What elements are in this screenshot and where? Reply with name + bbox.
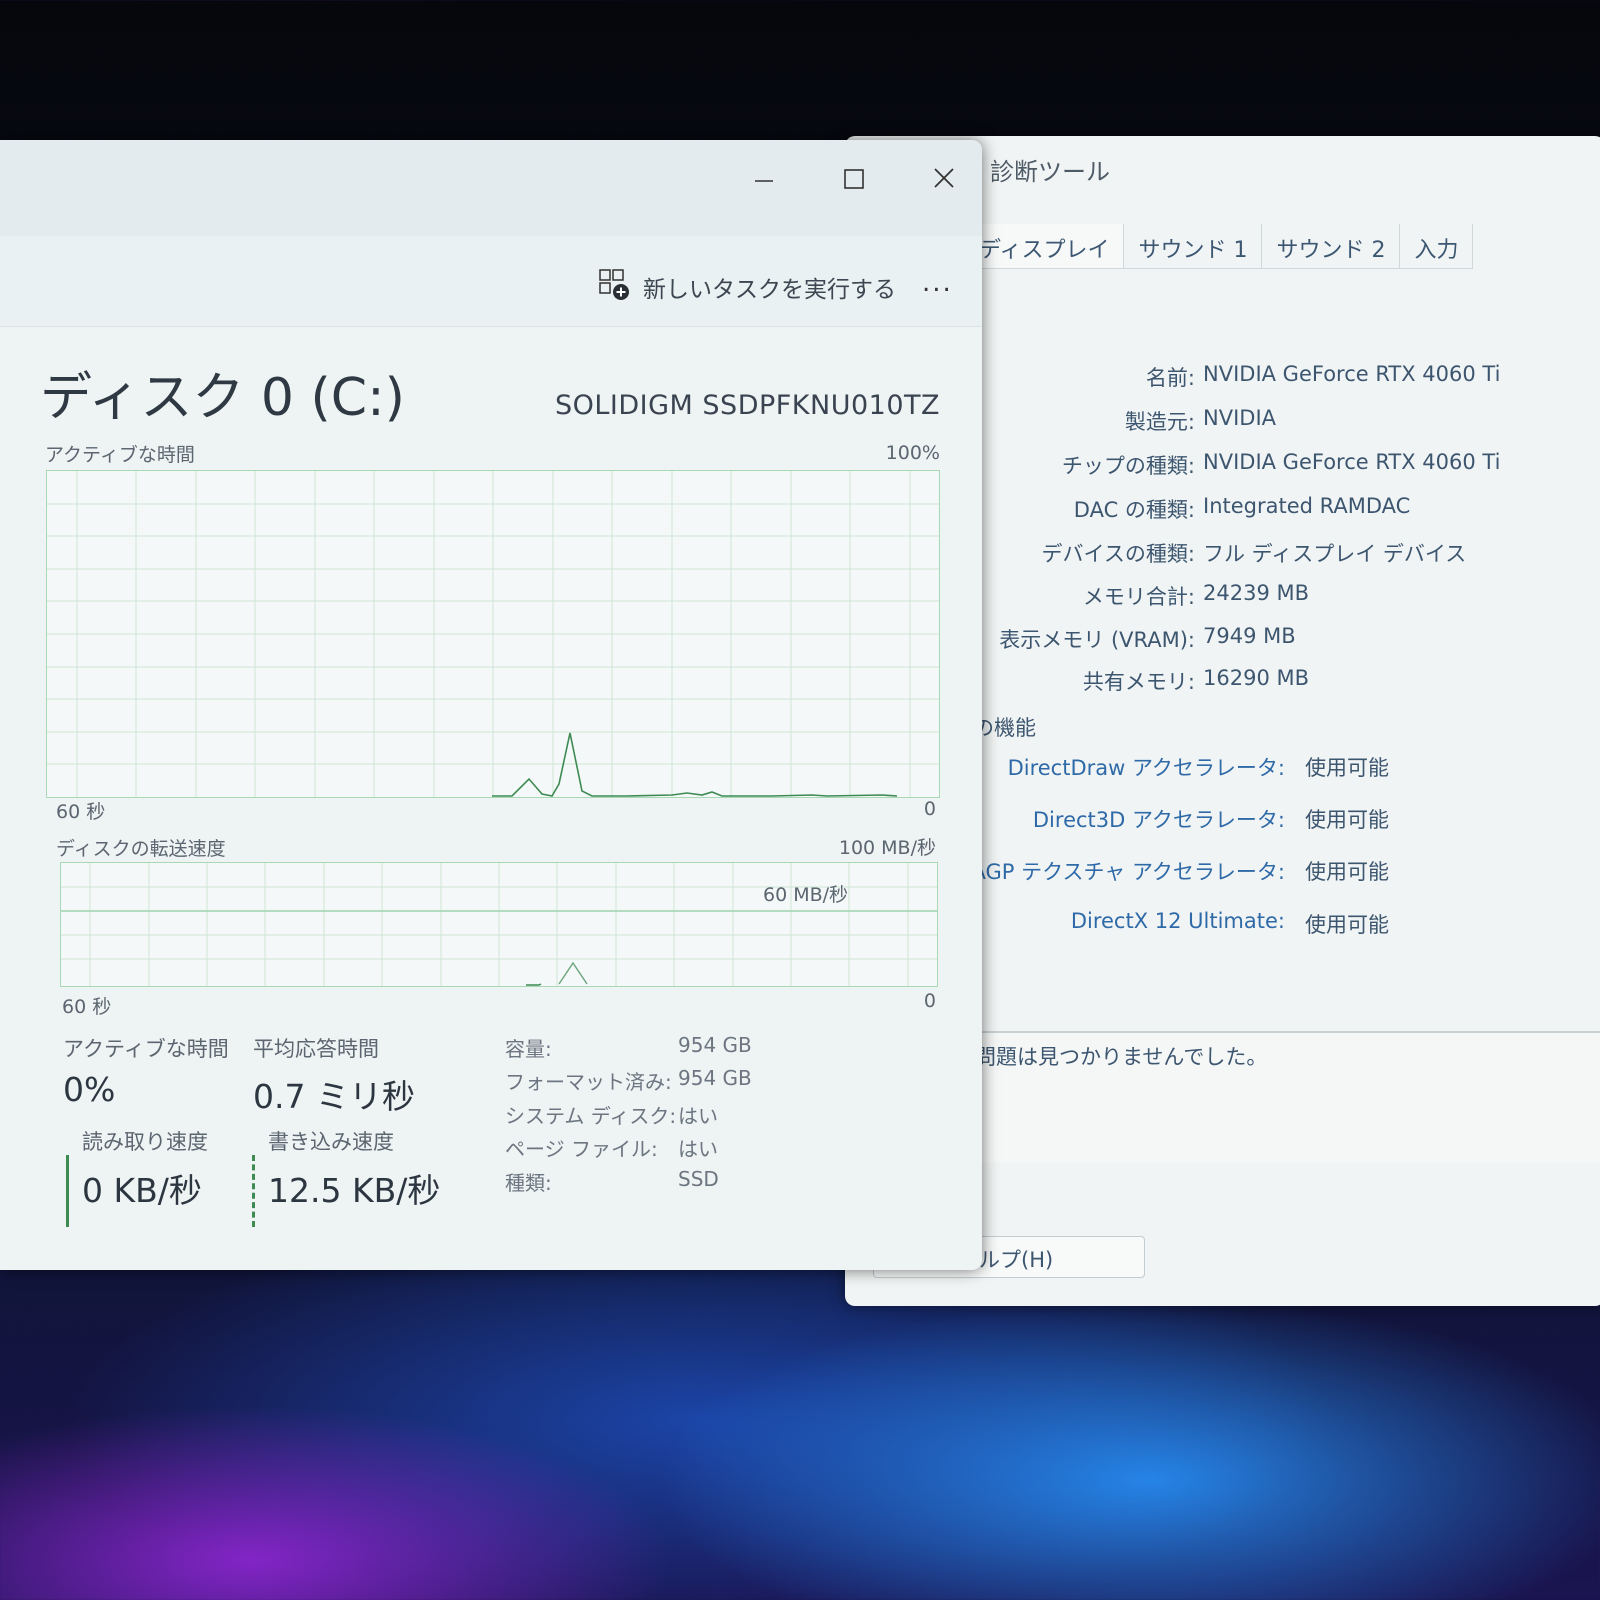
disk-type-value: SSD xyxy=(678,1167,719,1191)
avg-response-value: 0.7 ミリ秒 xyxy=(253,1077,415,1116)
transfer-graph-mid: 60 MB/秒 xyxy=(763,884,849,906)
tab-input[interactable]: 入力 xyxy=(1400,224,1474,268)
task-manager-window: 新しいタスクを実行する ... ディスク 0 (C:) SOLIDIGM SSD… xyxy=(0,140,982,1270)
page-file-value: はい xyxy=(678,1137,718,1161)
maximize-button[interactable] xyxy=(834,158,874,198)
active-time-label: アクティブな時間 xyxy=(63,1037,229,1061)
chip-type-value: NVIDIA GeForce RTX 4060 Ti xyxy=(1203,450,1501,474)
device-name-value: NVIDIA GeForce RTX 4060 Ti xyxy=(1203,362,1501,386)
active-time-graph-right: 0 xyxy=(923,798,936,820)
capacity-value: 954 GB xyxy=(678,1033,752,1057)
active-time-graph-left: 60 秒 xyxy=(56,801,106,823)
dac-type-value: Integrated RAMDAC xyxy=(1203,494,1411,518)
active-time-graph-label: アクティブな時間 xyxy=(45,444,195,466)
active-time-graph xyxy=(46,470,940,798)
active-time-graph-max: 100% xyxy=(885,442,940,464)
help-button-label: ルプ(H) xyxy=(979,1248,1054,1272)
active-time-value: 0% xyxy=(63,1070,116,1109)
minimize-icon xyxy=(755,180,773,182)
total-memory-value: 24239 MB xyxy=(1203,581,1310,605)
disk-model: SOLIDIGM SSDPFKNU010TZ xyxy=(554,390,940,421)
chip-type-label: チップの種類: xyxy=(1061,454,1195,478)
vram-label: 表示メモリ (VRAM): xyxy=(999,628,1195,652)
transfer-graph-left: 60 秒 xyxy=(62,996,112,1018)
disk-type-label: 種類: xyxy=(505,1171,552,1195)
transfer-graph-label: ディスクの転送速度 xyxy=(56,838,226,860)
device-type-label: デバイスの種類: xyxy=(1041,542,1195,566)
system-disk-value: はい xyxy=(678,1104,718,1128)
directdraw-value: 使用可能 xyxy=(1305,756,1389,780)
directx12-ultimate-label: DirectX 12 Ultimate: xyxy=(1070,909,1285,933)
more-options-button[interactable]: ... xyxy=(922,268,953,298)
close-button[interactable] xyxy=(924,158,964,198)
direct3d-label: Direct3D アクセラレータ: xyxy=(1032,808,1285,832)
direct3d-value: 使用可能 xyxy=(1305,808,1389,832)
tab-sound-1[interactable]: サウンド 1 xyxy=(1124,224,1263,268)
page-file-label: ページ ファイル: xyxy=(505,1137,658,1161)
run-task-icon xyxy=(599,269,629,300)
agp-texture-label: AGP テクスチャ アクセラレータ: xyxy=(971,860,1285,884)
shared-memory-value: 16290 MB xyxy=(1203,666,1310,690)
dac-type-label: DAC の種類: xyxy=(1073,498,1195,522)
system-disk-label: システム ディスク: xyxy=(505,1104,677,1128)
active-time-graph-plot xyxy=(47,471,939,797)
notes-text: 問題は見つかりませんでした。 xyxy=(975,1045,1268,1069)
write-speed-value: 12.5 KB/秒 xyxy=(268,1171,441,1210)
total-memory-label: メモリ合計: xyxy=(1082,585,1195,609)
transfer-graph-right: 0 xyxy=(923,990,936,1012)
device-type-value: フル ディスプレイ デバイス xyxy=(1203,542,1467,566)
directdraw-label: DirectDraw アクセラレータ: xyxy=(1007,756,1285,780)
notes-box: 問題は見つかりませんでした。 xyxy=(965,1031,1600,1163)
manufacturer-value: NVIDIA xyxy=(1203,406,1276,430)
maximize-icon xyxy=(844,169,864,189)
write-speed-label: 書き込み速度 xyxy=(268,1130,394,1154)
features-header: の機能 xyxy=(973,716,1036,740)
toolbar: 新しいタスクを実行する ... xyxy=(0,236,982,327)
device-name-label: 名前: xyxy=(1145,366,1195,390)
disk-title: ディスク 0 (C:) xyxy=(40,368,405,428)
run-new-task-label: 新しいタスクを実行する xyxy=(643,277,896,303)
close-icon xyxy=(934,168,954,188)
write-speed-legend-line xyxy=(252,1155,255,1227)
transfer-graph-max: 100 MB/秒 xyxy=(838,837,936,859)
shared-memory-label: 共有メモリ: xyxy=(1082,670,1195,694)
read-speed-label: 読み取り速度 xyxy=(82,1130,208,1154)
read-speed-value: 0 KB/秒 xyxy=(82,1171,202,1210)
formatted-label: フォーマット済み: xyxy=(505,1070,672,1094)
capacity-label: 容量: xyxy=(505,1037,552,1061)
avg-response-label: 平均応答時間 xyxy=(253,1037,379,1061)
directx12-ultimate-value: 使用可能 xyxy=(1305,913,1389,937)
tab-display[interactable]: ディスプレイ xyxy=(965,224,1125,268)
title-bar[interactable] xyxy=(0,140,982,236)
minimize-button[interactable] xyxy=(744,158,784,198)
formatted-value: 954 GB xyxy=(678,1066,752,1090)
vram-value: 7949 MB xyxy=(1203,624,1296,648)
manufacturer-label: 製造元: xyxy=(1124,410,1195,434)
dxdiag-title: 診断ツール xyxy=(990,158,1110,186)
tab-sound-2[interactable]: サウンド 2 xyxy=(1262,224,1401,268)
agp-texture-value: 使用可能 xyxy=(1305,860,1389,884)
read-speed-legend-line xyxy=(66,1155,69,1227)
dxdiag-tab-bar: ディスプレイ サウンド 1 サウンド 2 入力 xyxy=(965,224,1474,269)
